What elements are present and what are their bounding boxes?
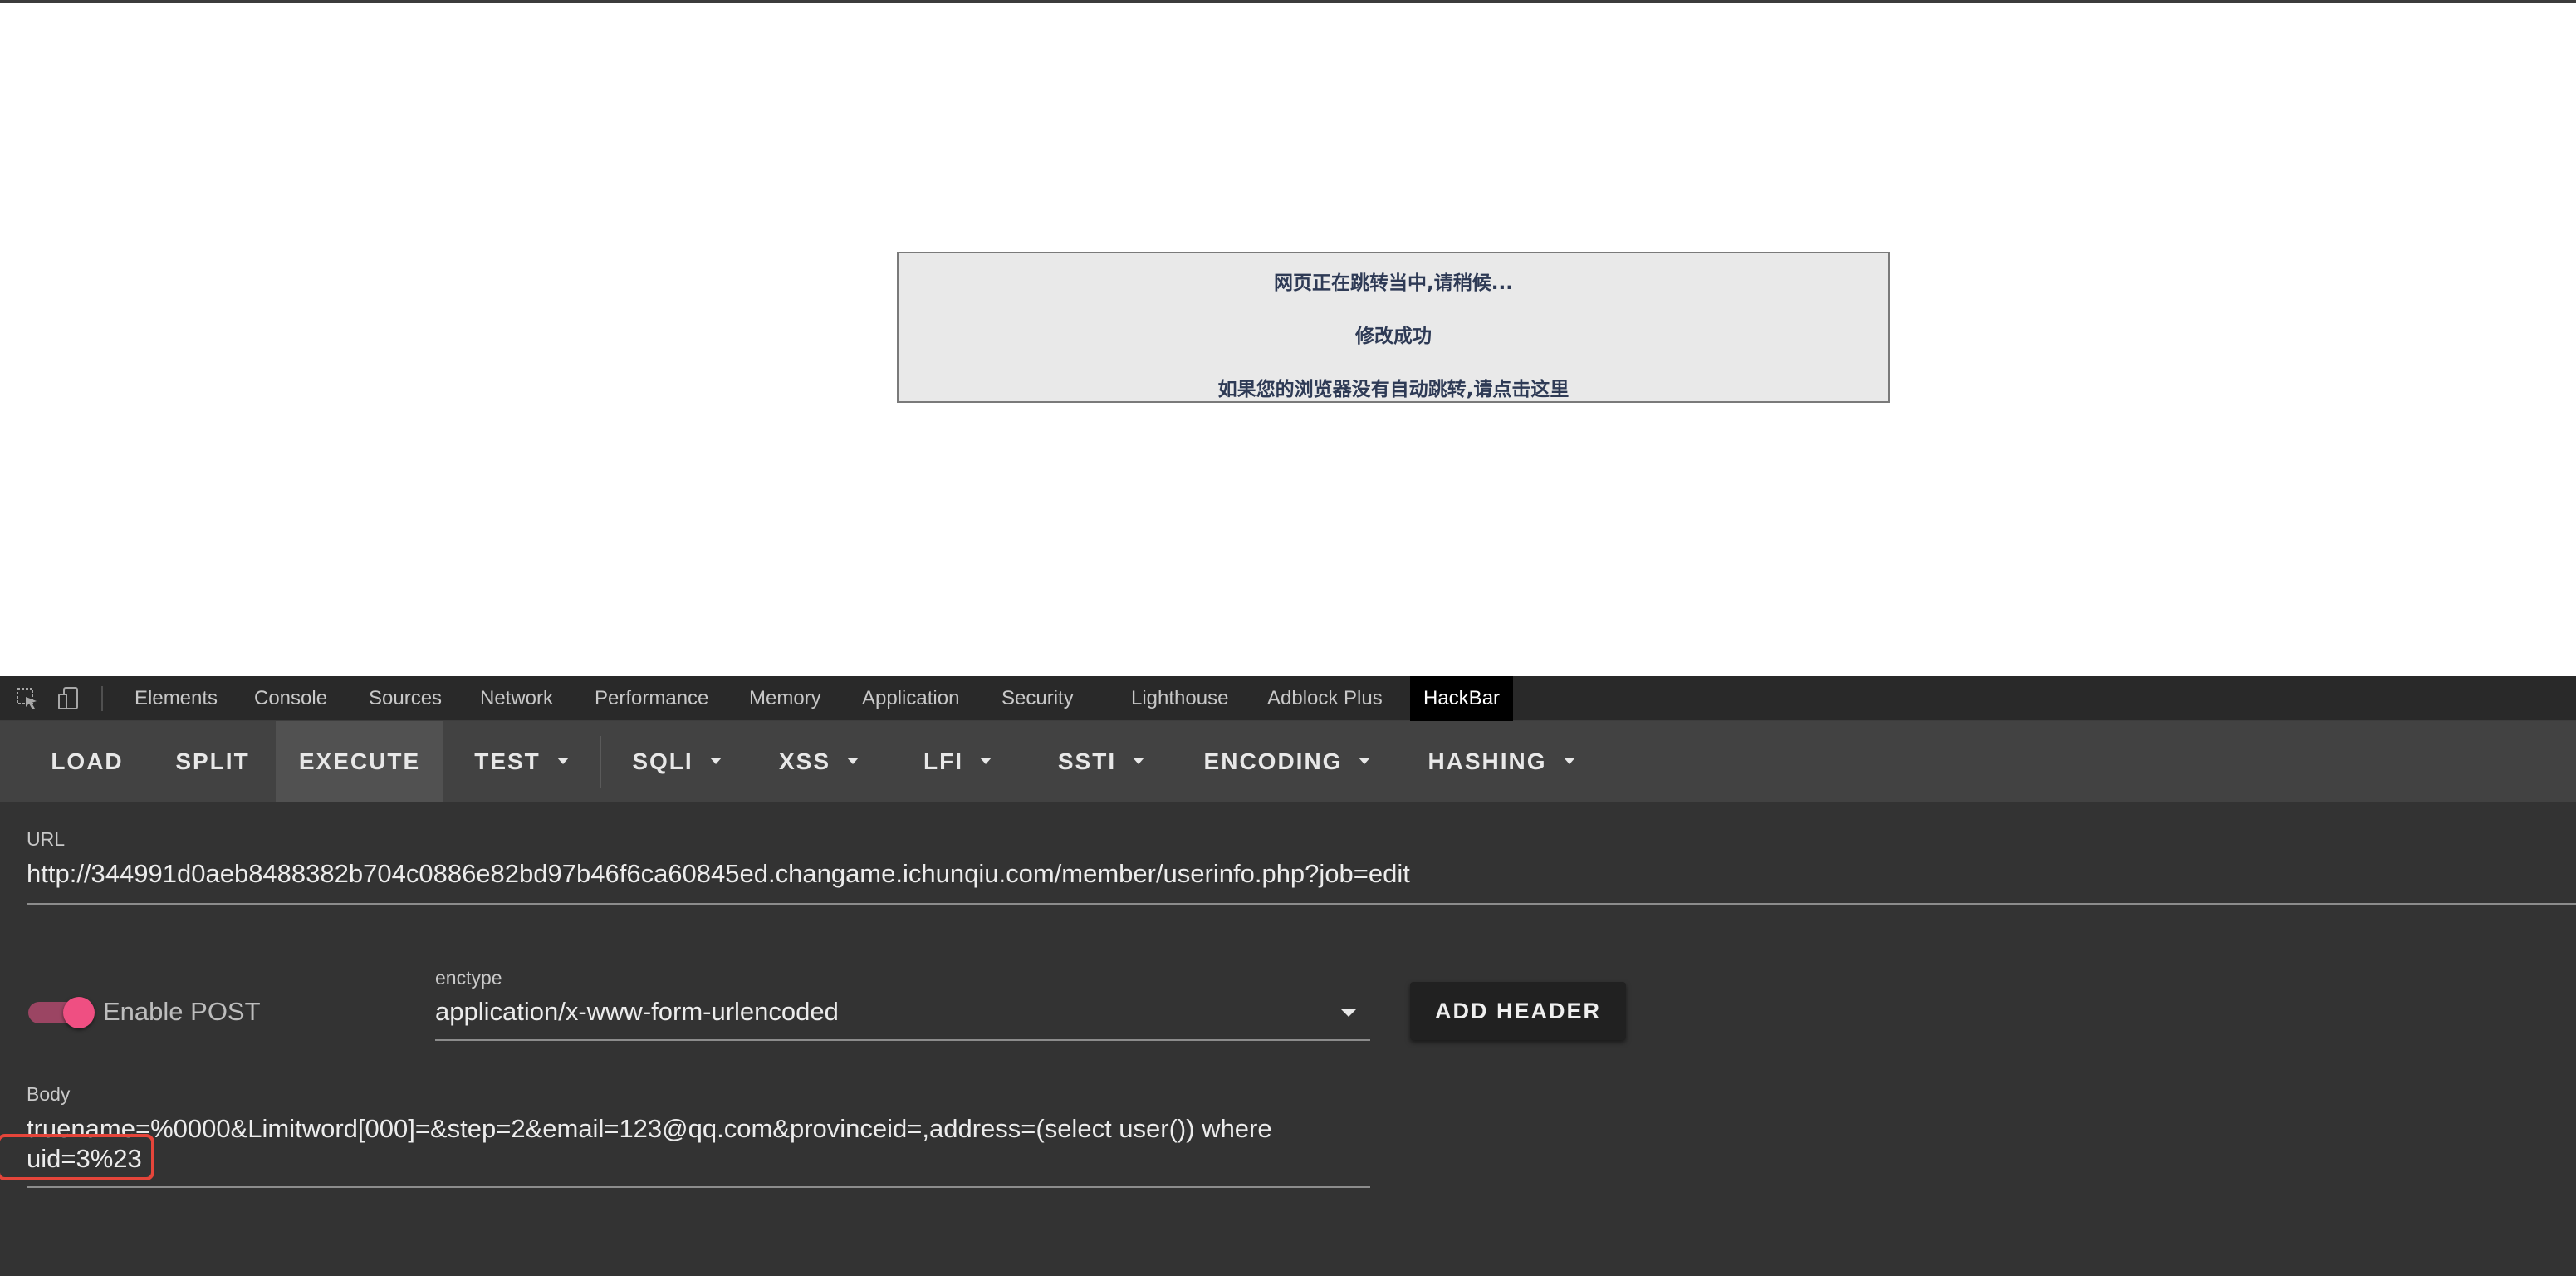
enctype-select[interactable]: application/x-www-form-urlencoded (435, 997, 839, 1027)
test-label: TEST (474, 748, 541, 774)
tab-security[interactable]: Security (988, 676, 1087, 721)
enctype-underline (435, 1039, 1370, 1041)
lfi-menu-button[interactable]: LFI (908, 721, 1006, 802)
xss-menu-button[interactable]: XSS (766, 721, 872, 802)
chevron-down-icon (1359, 757, 1371, 764)
encoding-menu-button[interactable]: ENCODING (1191, 721, 1383, 802)
body-underline (27, 1186, 1370, 1188)
tab-adblock-plus[interactable]: Adblock Plus (1254, 676, 1396, 721)
chevron-down-icon (556, 757, 569, 764)
tab-console[interactable]: Console (241, 676, 340, 721)
ssti-menu-button[interactable]: SSTI (1043, 721, 1159, 802)
hashing-label: HASHING (1428, 748, 1547, 774)
chevron-down-icon (1133, 757, 1145, 764)
url-label: URL (27, 828, 66, 850)
add-header-button[interactable]: ADD HEADER (1410, 982, 1626, 1040)
test-menu-button[interactable]: TEST (455, 721, 588, 802)
sqli-label: SQLI (632, 748, 693, 774)
device-toggle-icon[interactable] (56, 686, 81, 711)
tab-lighthouse[interactable]: Lighthouse (1118, 676, 1241, 721)
top-border (0, 0, 2576, 3)
lfi-label: LFI (923, 748, 963, 774)
url-input[interactable]: http://344991d0aeb8488382b704c0886e82bd9… (27, 859, 1410, 889)
body-input-line-1[interactable]: truename=%0000&Limitword[000]=&step=2&em… (27, 1114, 1272, 1144)
ssti-label: SSTI (1057, 748, 1117, 774)
enable-post-label: Enable POST (103, 997, 261, 1026)
devtools-tab-bar: Elements Console Sources Network Perform… (0, 676, 2576, 721)
inspect-element-icon[interactable] (15, 686, 40, 711)
load-button[interactable]: LOAD (33, 721, 141, 802)
xss-label: XSS (778, 748, 831, 774)
dropdown-arrow-icon[interactable] (1340, 1009, 1357, 1017)
split-button[interactable]: SPLIT (156, 721, 269, 802)
tab-performance[interactable]: Performance (581, 676, 722, 721)
tab-sources[interactable]: Sources (355, 676, 455, 721)
chevron-down-icon (1563, 757, 1575, 764)
chevron-down-icon (980, 757, 992, 764)
web-page: 网页正在跳转当中,请稍候... 修改成功 如果您的浏览器没有自动跳转,请点击这里 (0, 0, 2576, 676)
tab-elements[interactable]: Elements (121, 676, 231, 721)
enctype-label: enctype (435, 967, 502, 989)
tab-application[interactable]: Application (849, 676, 972, 721)
redirect-message-box: 网页正在跳转当中,请稍候... 修改成功 如果您的浏览器没有自动跳转,请点击这里 (897, 252, 1890, 403)
hackbar-toolbar: LOAD SPLIT EXECUTE TEST SQLI XSS LFI SST… (0, 721, 2576, 802)
hashing-menu-button[interactable]: HASHING (1413, 721, 1589, 802)
success-message: 修改成功 (1355, 326, 1432, 347)
chevron-down-icon (709, 757, 722, 764)
encoding-label: ENCODING (1203, 748, 1343, 774)
url-underline (27, 903, 2576, 905)
sqli-menu-button[interactable]: SQLI (616, 721, 737, 802)
tab-memory[interactable]: Memory (736, 676, 835, 721)
execute-button[interactable]: EXECUTE (276, 721, 443, 802)
redirect-status-text: 网页正在跳转当中,请稍候... (1274, 272, 1513, 294)
annotation-highlight-box (0, 1134, 154, 1180)
toolbar-separator (600, 736, 601, 788)
body-label: Body (27, 1083, 71, 1105)
manual-redirect-link[interactable]: 如果您的浏览器没有自动跳转,请点击这里 (899, 373, 1888, 401)
toggle-knob (63, 997, 95, 1028)
enable-post-toggle[interactable] (28, 997, 95, 1028)
chevron-down-icon (847, 757, 859, 764)
tab-network[interactable]: Network (467, 676, 566, 721)
tab-bar-separator (101, 686, 103, 711)
tab-hackbar[interactable]: HackBar (1410, 676, 1514, 721)
